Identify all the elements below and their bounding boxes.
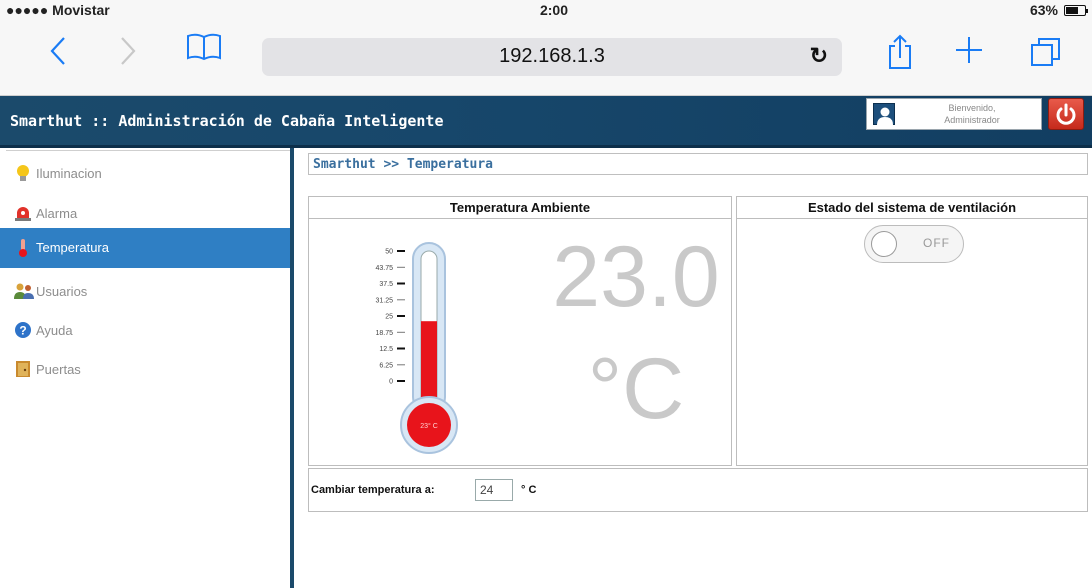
alarm-icon — [14, 204, 32, 222]
sidebar-item-label: Ayuda — [36, 323, 73, 338]
bookmarks-icon[interactable] — [186, 32, 222, 68]
change-temperature-unit: ° C — [521, 484, 537, 496]
ventilation-panel-body: OFF — [737, 219, 1087, 465]
scale-tick-label: 6.25 — [379, 362, 393, 369]
sidebar-item-iluminacion[interactable]: Iluminacion — [0, 154, 290, 194]
thermometer-scale: 50 43.75 37.5 31.25 25 18.75 12.5 6.25 0 — [375, 249, 405, 386]
scale-tick-label: 37.5 — [379, 281, 393, 288]
thermometer-gauge: 23° C 50 43.75 37.5 31.25 25 18.75 12.5 6.25 0 — [375, 242, 458, 454]
back-icon[interactable] — [48, 34, 68, 70]
change-temperature-row: Cambiar temperatura a: ° C — [308, 468, 1088, 512]
sidebar: Iluminacion Alarma Temperatura Usuarios … — [0, 148, 294, 588]
sidebar-item-temperatura[interactable]: Temperatura — [0, 228, 290, 268]
sidebar-item-label: Usuarios — [36, 284, 88, 299]
new-tab-icon[interactable] — [954, 34, 984, 70]
app-title: Smarthut :: Administración de Cabaña Int… — [10, 112, 444, 130]
ventilation-toggle[interactable]: OFF — [864, 225, 964, 263]
forward-icon[interactable] — [118, 34, 138, 70]
url-text: 192.168.1.3 — [499, 45, 605, 67]
temperature-panel: Temperatura Ambiente 23° C 50 43.75 37.5 31… — [308, 196, 732, 466]
share-icon[interactable] — [886, 34, 914, 70]
user-avatar-icon — [873, 103, 895, 125]
users-icon — [14, 282, 34, 300]
scale-tick-label: 18.75 — [375, 330, 393, 337]
sidebar-item-label: Alarma — [36, 206, 78, 221]
lightbulb-icon — [14, 164, 32, 182]
sidebar-item-usuarios[interactable]: Usuarios — [0, 272, 290, 312]
scale-tick-label: 50 — [385, 249, 393, 256]
scale-tick-label: 31.25 — [375, 297, 393, 304]
temperature-panel-body: 23° C 50 43.75 37.5 31.25 25 18.75 12.5 6.25 0 2… — [309, 219, 731, 465]
help-icon: ? — [14, 321, 32, 339]
sidebar-item-label: Iluminacion — [36, 166, 102, 181]
toggle-state-label: OFF — [923, 236, 950, 250]
user-name: Administrador — [944, 115, 1000, 125]
change-temperature-label: Cambiar temperatura a: — [311, 484, 435, 496]
tabs-icon[interactable] — [1030, 36, 1062, 72]
sidebar-divider — [6, 150, 290, 151]
breadcrumb: Smarthut >> Temperatura — [308, 153, 1088, 175]
welcome-label: Bienvenido, — [948, 103, 996, 113]
temperature-unit: °C — [587, 341, 685, 437]
address-bar[interactable]: 192.168.1.3 ↻ — [262, 38, 842, 76]
door-icon — [14, 360, 32, 378]
thermometer-icon — [14, 238, 32, 257]
main-content: Smarthut >> Temperatura Temperatura Ambi… — [300, 148, 1092, 588]
temperature-panel-title: Temperatura Ambiente — [309, 197, 731, 219]
browser-toolbar: 192.168.1.3 ↻ — [0, 20, 1092, 96]
temperature-input[interactable] — [475, 479, 513, 501]
sidebar-item-ayuda[interactable]: ? Ayuda — [0, 311, 290, 351]
sidebar-item-label: Puertas — [36, 362, 81, 377]
toggle-knob — [871, 231, 897, 257]
carrier-label: ●●●●● Movistar — [6, 2, 110, 18]
user-text: Bienvenido, Administrador — [907, 102, 1037, 126]
clock-label: 2:00 — [539, 2, 569, 18]
reload-icon[interactable]: ↻ — [810, 43, 828, 69]
scale-tick-label: 25 — [385, 314, 393, 321]
thermometer-bulb-label: 23° C — [420, 422, 438, 430]
battery-label: 63% — [1029, 2, 1058, 18]
app-header: Smarthut :: Administración de Cabaña Int… — [0, 96, 1092, 148]
svg-text:?: ? — [19, 324, 26, 338]
scale-tick-label: 12.5 — [379, 346, 393, 353]
logout-button[interactable] — [1048, 98, 1084, 130]
scale-tick-label: 43.75 — [375, 265, 393, 272]
sidebar-item-puertas[interactable]: Puertas — [0, 350, 290, 390]
sidebar-item-label: Temperatura — [36, 240, 109, 255]
battery-icon — [1064, 5, 1088, 16]
ventilation-panel: Estado del sistema de ventilación OFF — [736, 196, 1088, 466]
user-box: Bienvenido, Administrador — [866, 98, 1042, 130]
ventilation-panel-title: Estado del sistema de ventilación — [737, 197, 1087, 219]
scale-tick-label: 0 — [389, 379, 393, 386]
temperature-value: 23.0 — [552, 229, 720, 325]
status-bar: ●●●●● Movistar 2:00 63% — [0, 0, 1092, 20]
